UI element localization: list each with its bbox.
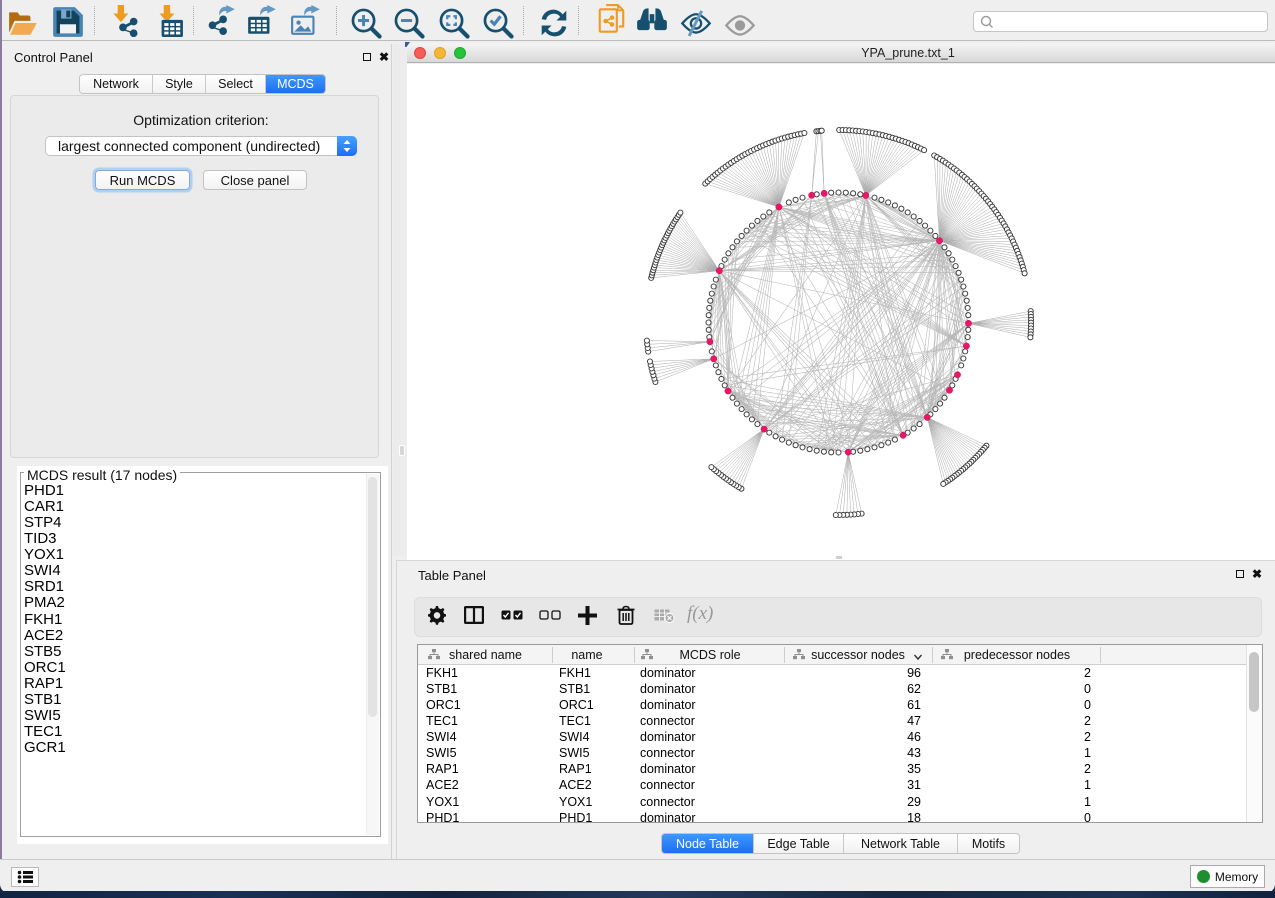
svg-text:f(x): f(x) [687, 603, 713, 624]
